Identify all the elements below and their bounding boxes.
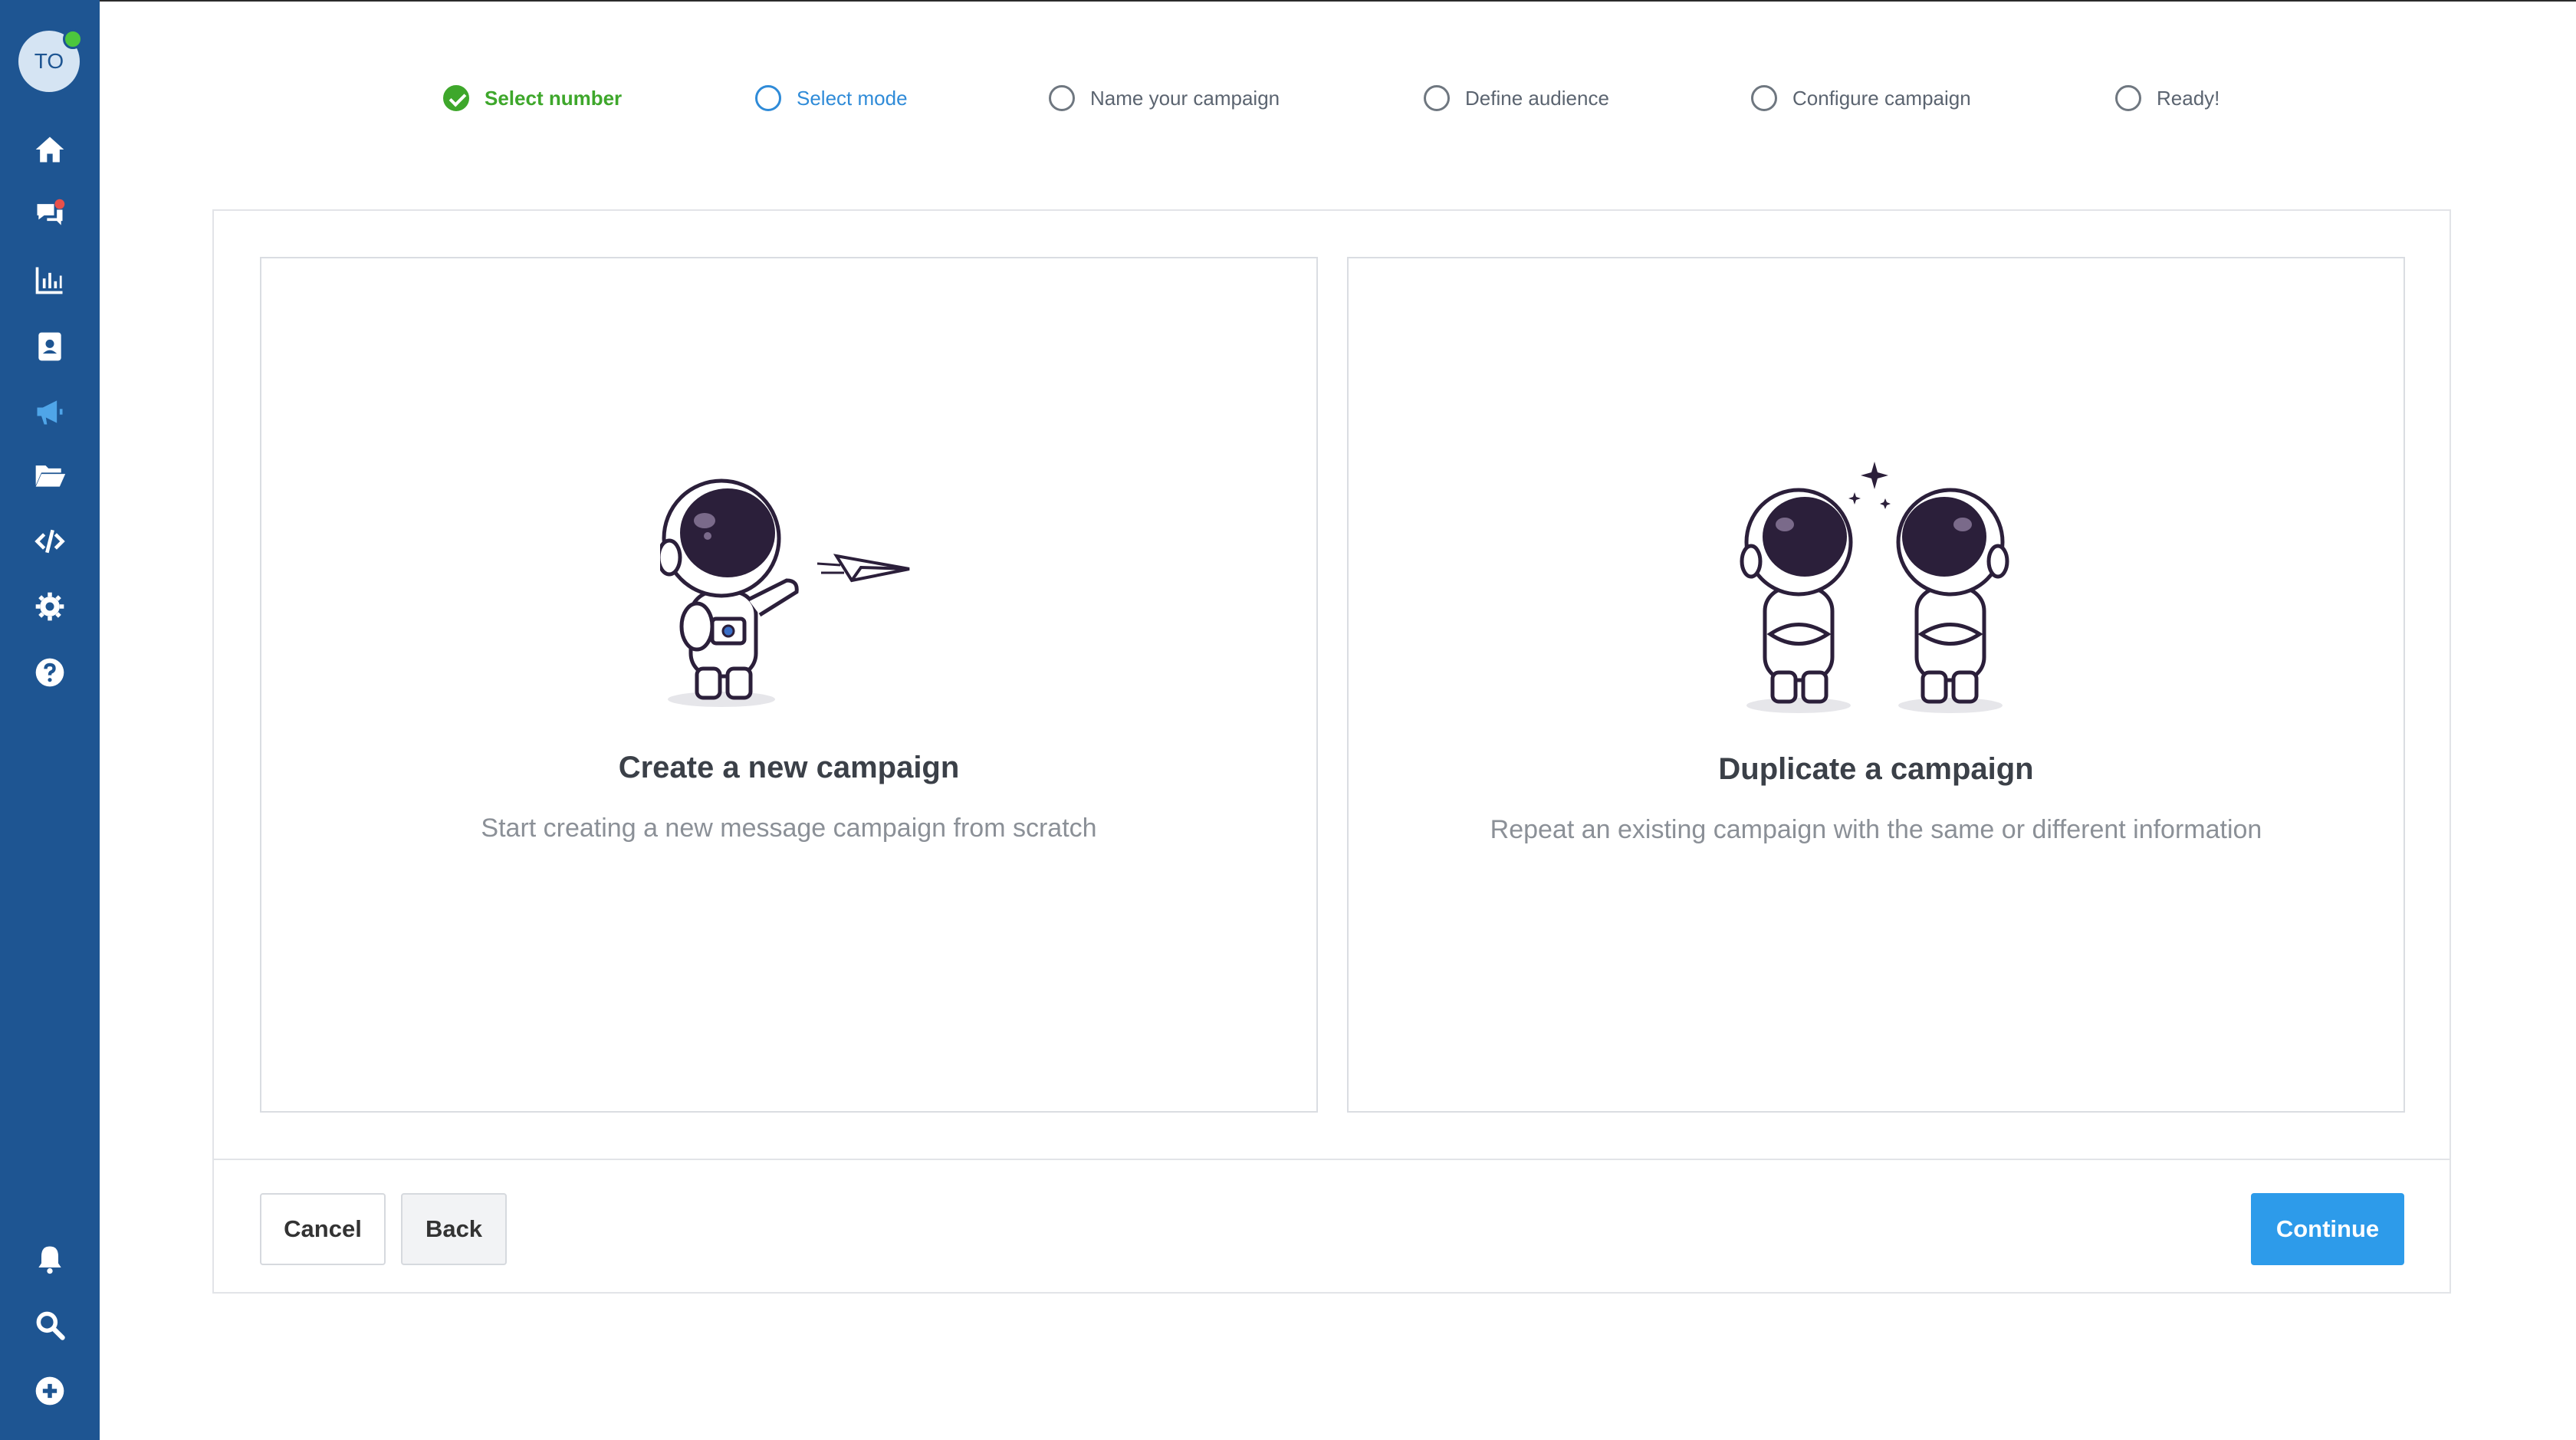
home-icon[interactable] (31, 131, 68, 168)
step-select-number: Select number (443, 83, 622, 113)
step-label: Ready! (2157, 86, 2220, 110)
back-button[interactable]: Back (401, 1193, 507, 1265)
reports-icon[interactable] (31, 261, 68, 298)
step-define-audience: Define audience (1424, 83, 1609, 113)
step-label: Configure campaign (1792, 86, 1971, 110)
avatar-initials: TO (34, 49, 64, 73)
step-label: Select number (485, 86, 623, 110)
astronaut-paper-plane-illustration (660, 478, 910, 707)
step-indicator-icon (755, 85, 781, 111)
notifications-bell-icon[interactable] (31, 1241, 68, 1277)
step-label: Name your campaign (1090, 86, 1280, 110)
step-ready: Ready! (2115, 83, 2220, 113)
campaigns-megaphone-icon[interactable] (31, 393, 68, 430)
continue-button[interactable]: Continue (2251, 1193, 2404, 1265)
duplicate-campaign-title: Duplicate a campaign (1718, 752, 2034, 786)
settings-gear-icon[interactable] (31, 588, 68, 625)
check-icon (443, 85, 469, 111)
step-indicator-icon (1049, 85, 1075, 111)
developer-code-icon[interactable] (31, 523, 68, 560)
step-indicator-icon (1751, 85, 1777, 111)
cancel-button[interactable]: Cancel (260, 1193, 386, 1265)
create-campaign-title: Create a new campaign (618, 751, 960, 784)
online-status-dot (63, 29, 83, 49)
duplicate-campaign-description: Repeat an existing campaign with the sam… (1490, 815, 2262, 844)
step-indicator-icon (2115, 85, 2141, 111)
mode-selection-card: Create a new campaign Start creating a n… (212, 209, 2451, 1294)
contacts-icon[interactable] (31, 328, 68, 365)
step-label: Select mode (797, 86, 908, 110)
help-icon[interactable] (31, 654, 68, 691)
add-plus-icon[interactable] (31, 1373, 68, 1409)
two-astronauts-illustration (1740, 462, 2009, 713)
step-indicator-icon (1424, 85, 1450, 111)
step-select-mode: Select mode (755, 83, 908, 113)
step-label: Define audience (1465, 86, 1609, 110)
files-folder-icon[interactable] (31, 457, 68, 494)
window-top-border (0, 0, 2576, 2)
search-icon[interactable] (31, 1307, 68, 1343)
duplicate-campaign-option[interactable]: Duplicate a campaign Repeat an existing … (1347, 257, 2405, 1113)
create-campaign-option[interactable]: Create a new campaign Start creating a n… (260, 257, 1318, 1113)
step-configure-campaign: Configure campaign (1751, 83, 1971, 113)
footer-divider (214, 1159, 2450, 1160)
conversations-icon[interactable] (31, 196, 68, 232)
sidebar: TO (0, 0, 100, 1440)
create-campaign-description: Start creating a new message campaign fr… (481, 814, 1097, 843)
step-name-campaign: Name your campaign (1049, 83, 1280, 113)
